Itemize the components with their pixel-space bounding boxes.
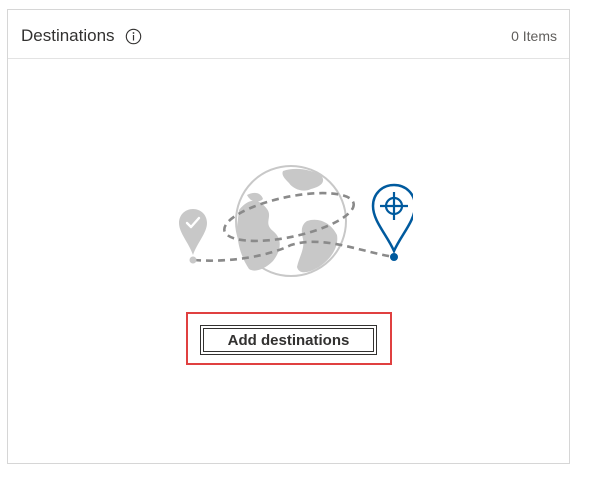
- checkmark-pin-icon: [179, 209, 207, 264]
- info-icon[interactable]: [125, 28, 142, 45]
- add-destinations-button[interactable]: Add destinations: [200, 325, 377, 355]
- destinations-panel: Destinations 0 Items Add destinations: [7, 9, 570, 464]
- globe-icon: [235, 165, 347, 277]
- globe-route-illustration: [179, 165, 413, 277]
- panel-header: Destinations 0 Items: [8, 10, 569, 59]
- add-destinations-label: Add destinations: [203, 328, 374, 352]
- item-count: 0 Items: [511, 28, 557, 44]
- panel-title: Destinations: [21, 26, 115, 45]
- target-pin-icon: [371, 183, 413, 261]
